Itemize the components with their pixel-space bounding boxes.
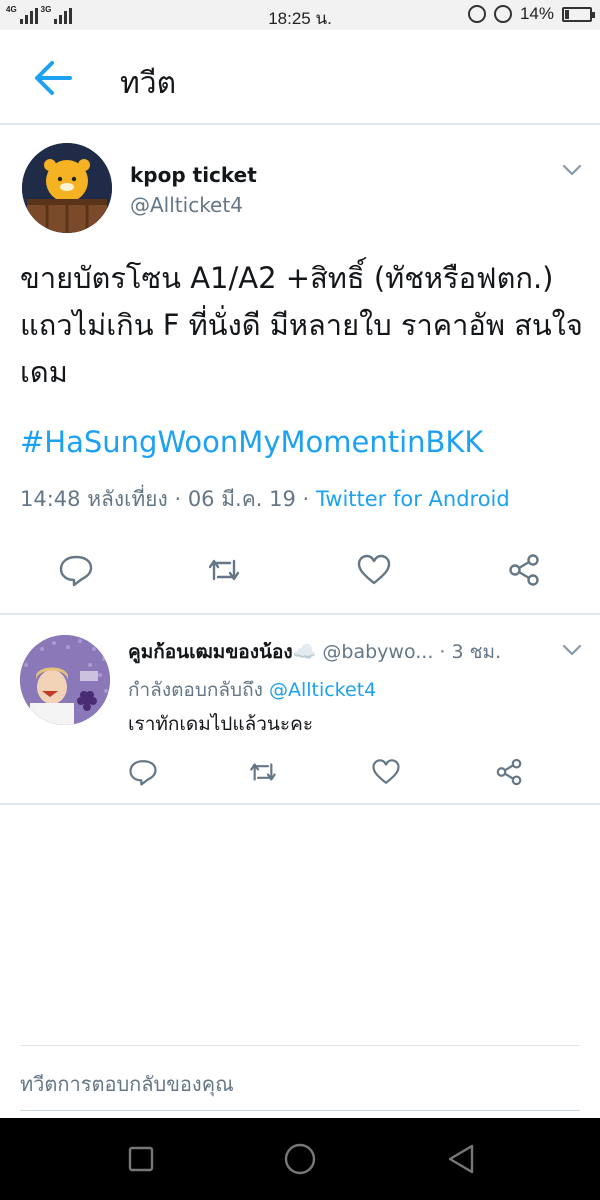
reply-compose-bar <box>20 1045 580 1111</box>
triangle-back-icon <box>448 1144 474 1174</box>
share-button[interactable] <box>494 757 524 787</box>
chevron-down-icon[interactable] <box>562 163 582 177</box>
author-handle[interactable]: @Allticket4 <box>130 193 243 217</box>
lock-rotation-icon <box>467 5 486 23</box>
like-button[interactable] <box>356 553 392 587</box>
square-icon <box>128 1146 154 1172</box>
replying-to-label: กำลังตอบกลับถึง <box>128 679 263 701</box>
retweet-icon <box>250 763 276 781</box>
reply-input[interactable] <box>20 1046 580 1110</box>
cloud-emoji: ☁️ <box>292 641 317 663</box>
alarm-icon <box>493 5 512 23</box>
battery-icon <box>562 6 595 22</box>
reply-icon <box>129 760 157 786</box>
reply-author-name[interactable]: คูมก้อนเฒมของน้อง <box>128 641 293 663</box>
retweet-button[interactable] <box>206 553 242 587</box>
hashtag-link[interactable]: #HaSungWoonMyMomentinBKK <box>20 425 483 459</box>
replying-to: กำลังตอบกลับถึง @Allticket4 <box>128 675 376 705</box>
heart-icon <box>372 759 400 784</box>
reply-text: เราทักเดมไปแล้วนะคะ <box>128 713 314 735</box>
reply-avatar[interactable] <box>20 635 110 725</box>
tweet-meta: 14:48 หลังเที่ยง · 06 มี.ค. 19 · Twitter… <box>20 483 510 516</box>
reply-button[interactable] <box>128 757 158 787</box>
tweet-text: ขายบัตรโซน A1/A2 +สิทธิ์ (ทัชหรือฟตก.) แ… <box>20 261 583 389</box>
tweet-date: 06 มี.ค. 19 <box>187 487 296 511</box>
like-button[interactable] <box>371 757 401 787</box>
chevron-down-icon[interactable] <box>562 643 582 657</box>
top-app-bar: ทวีต <box>0 30 600 125</box>
reply-button[interactable] <box>58 553 94 587</box>
tweet-time: 14:48 หลังเที่ยง <box>20 487 168 511</box>
tweet-source-link[interactable]: Twitter for Android <box>316 487 510 511</box>
lion-avatar-icon <box>22 143 112 233</box>
reply-icon <box>59 555 93 587</box>
retweet-icon <box>208 559 240 581</box>
retweet-button[interactable] <box>248 757 278 787</box>
avatar[interactable] <box>22 143 112 233</box>
arrow-left-icon <box>35 61 72 95</box>
home-button[interactable] <box>283 1142 317 1176</box>
battery-percent: 14% <box>519 4 554 23</box>
page-title: ทวีต <box>120 66 177 101</box>
reply-header: คูมก้อนเฒมของน้อง☁️ @babywo... · 3 ชม. <box>128 637 548 667</box>
heart-icon <box>357 554 391 585</box>
share-icon <box>496 758 522 786</box>
back-nav-button[interactable] <box>444 1142 478 1176</box>
profile-photo-icon <box>20 635 110 725</box>
system-nav-bar <box>0 1118 600 1200</box>
meta-separator: · <box>302 487 310 511</box>
reply-tweet[interactable]: คูมก้อนเฒมของน้อง☁️ @babywo... · 3 ชม. ก… <box>0 615 600 805</box>
tweet-actions <box>0 553 600 593</box>
recents-button[interactable] <box>124 1142 158 1176</box>
reply-actions <box>0 757 600 791</box>
back-button[interactable] <box>30 58 76 98</box>
meta-separator: · <box>439 641 446 663</box>
share-button[interactable] <box>506 553 542 587</box>
mention-link[interactable]: @Allticket4 <box>269 679 376 701</box>
share-icon <box>509 554 539 586</box>
status-bar: 4G 3G 18:25 น. 14% <box>0 0 600 30</box>
meta-separator: · <box>174 487 182 511</box>
circle-icon <box>284 1143 316 1175</box>
reply-time: 3 ชม. <box>451 641 502 663</box>
author-name[interactable]: kpop ticket <box>130 163 257 187</box>
main-tweet[interactable]: kpop ticket @Allticket4 ขายบัตรโซน A1/A2… <box>0 125 600 615</box>
reply-author-handle[interactable]: @babywo... <box>322 641 433 663</box>
